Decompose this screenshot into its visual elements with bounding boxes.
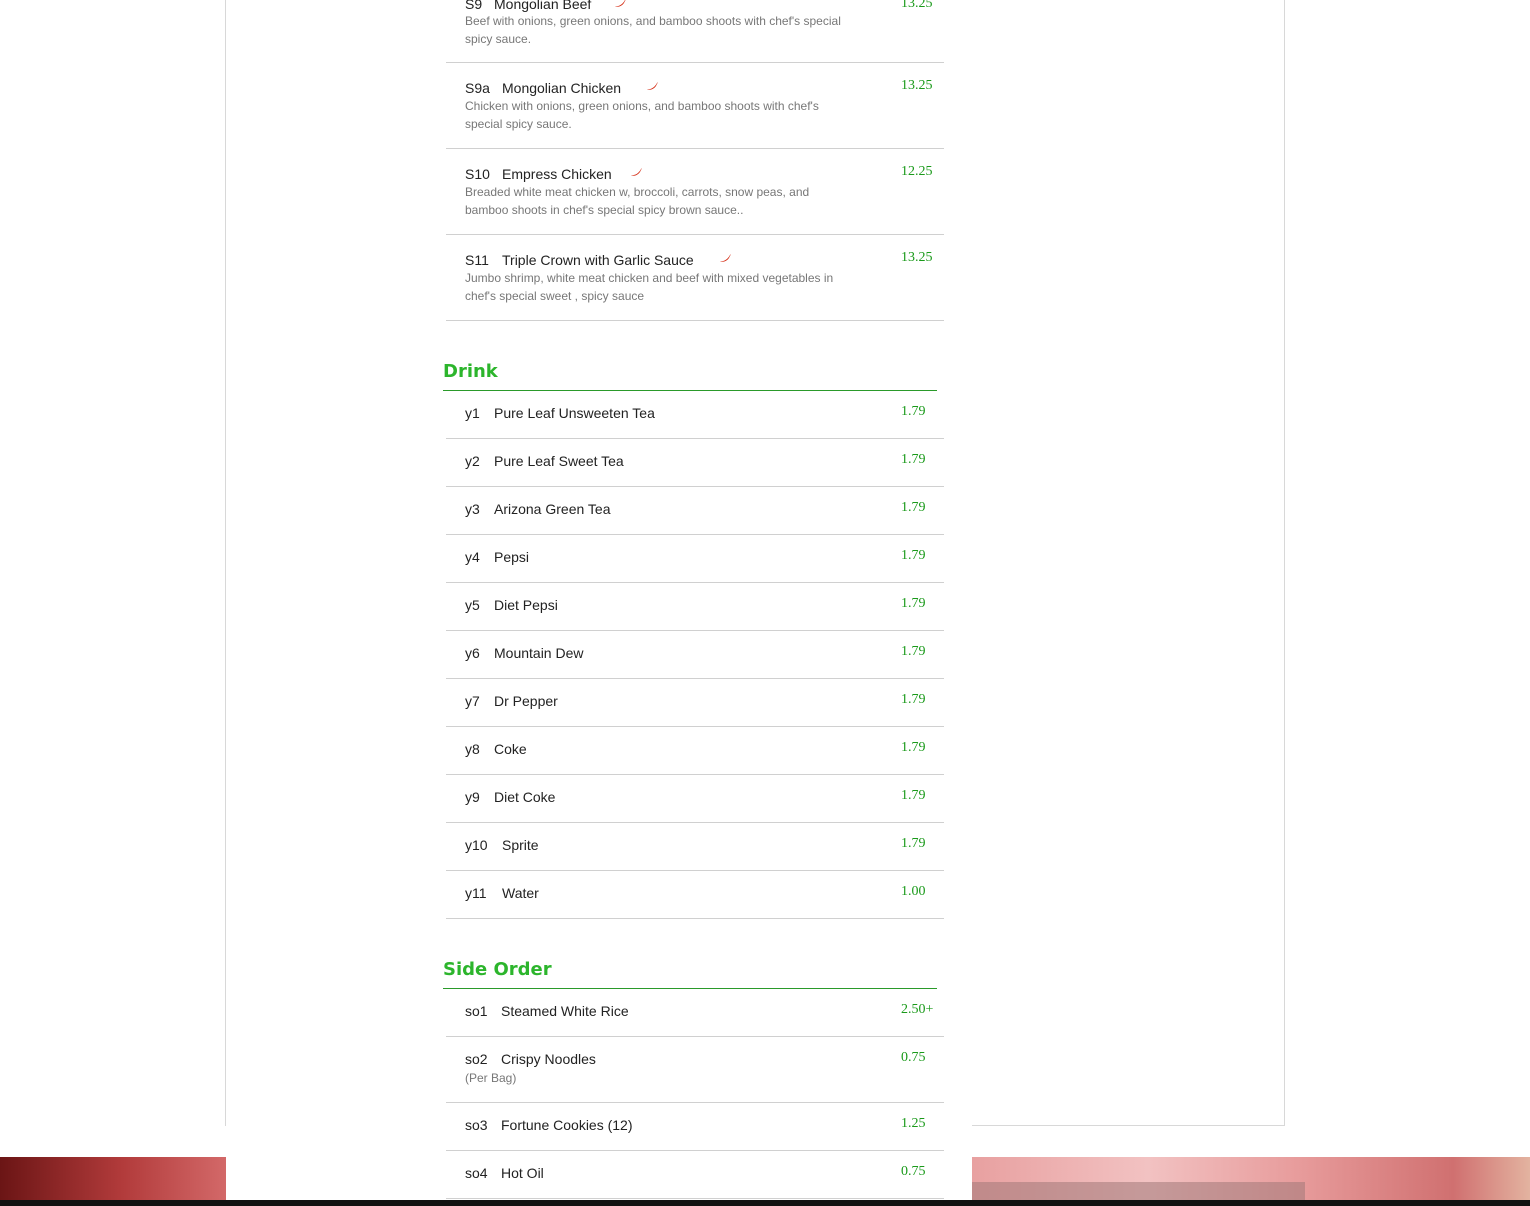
chili-pepper-icon [647,82,658,90]
item-name: Arizona Green Tea [494,501,611,517]
item-name: Mountain Dew [494,645,584,661]
item-price: 13.25 [901,0,933,11]
item-code: y4 [465,549,480,565]
item-name: Mongolian Beef [494,0,592,12]
item-price: 1.00 [901,884,926,899]
item-code: y2 [465,453,480,469]
item-price: 1.79 [901,692,926,707]
item-name: Hot Oil [501,1165,544,1181]
menu-item[interactable]: S11 Triple Crown with Garlic Sauce Jumbo… [446,235,944,321]
section-title-drink: Drink [443,361,498,382]
menu-item[interactable]: so4 Hot Oil 0.75 [446,1151,944,1199]
item-description: (Per Bag) [465,1071,517,1085]
footer-bar [0,1200,1530,1206]
menu-item[interactable]: y10 Sprite 1.79 [446,823,944,871]
menu-item[interactable]: S9a Mongolian Chicken Chicken with onion… [446,63,944,149]
menu-item[interactable]: y11 Water 1.00 [446,871,944,919]
item-code: y10 [465,837,488,853]
item-price: 2.50+ [901,1002,934,1017]
item-name: Fortune Cookies (12) [501,1117,633,1133]
section-title-side-order: Side Order [443,959,552,980]
menu-item[interactable]: S9 Mongolian Beef Beef with onions, gree… [446,0,944,63]
item-price: 1.79 [901,452,926,467]
menu-item[interactable]: y1 Pure Leaf Unsweeten Tea 1.79 [446,391,944,439]
menu-item[interactable]: so2 Crispy Noodles (Per Bag) 0.75 [446,1037,944,1103]
item-code: so3 [465,1117,488,1133]
item-price: 12.25 [901,164,933,179]
menu-item[interactable]: y7 Dr Pepper 1.79 [446,679,944,727]
item-price: 0.75 [901,1164,926,1179]
item-price: 1.79 [901,596,926,611]
item-price: 1.79 [901,500,926,515]
item-price: 1.79 [901,836,926,851]
item-name: Diet Coke [494,789,556,805]
item-code: S10 [465,166,490,182]
item-code: y11 [465,885,487,901]
item-name: Dr Pepper [494,693,558,709]
item-code: S11 [465,252,489,268]
item-name: Coke [494,741,527,757]
item-code: y6 [465,645,480,661]
menu-item[interactable]: y9 Diet Coke 1.79 [446,775,944,823]
item-price: 1.79 [901,404,926,419]
item-price: 1.79 [901,788,926,803]
item-price: 13.25 [901,78,933,93]
chili-pepper-icon [615,0,626,7]
item-code: so2 [465,1051,488,1067]
item-price: 13.25 [901,250,933,265]
item-name: Steamed White Rice [501,1003,629,1019]
item-code: so4 [465,1165,488,1181]
item-name: Empress Chicken [502,166,612,182]
item-code: y9 [465,789,480,805]
item-description: Jumbo shrimp, white meat chicken and bee… [465,271,834,303]
item-price: 1.79 [901,740,926,755]
chili-pepper-icon [631,168,642,176]
menu-item[interactable]: y4 Pepsi 1.79 [446,535,944,583]
item-code: y1 [465,405,480,421]
chili-pepper-icon [720,254,731,262]
menu-item[interactable]: y5 Diet Pepsi 1.79 [446,583,944,631]
item-code: y5 [465,597,480,613]
item-description: Breaded white meat chicken w, broccoli, … [465,185,810,217]
item-price: 1.25 [901,1116,926,1131]
menu-item[interactable]: so3 Fortune Cookies (12) 1.25 [446,1103,944,1151]
menu-item[interactable]: y8 Coke 1.79 [446,727,944,775]
item-description: Beef with onions, green onions, and bamb… [465,14,841,46]
item-name: Pure Leaf Sweet Tea [494,453,624,469]
item-code: S9a [465,80,490,96]
item-code: y8 [465,741,480,757]
item-name: Pepsi [494,549,530,565]
item-code: so1 [465,1003,488,1019]
item-name: Sprite [502,837,539,853]
item-name: Water [502,885,539,901]
menu-item[interactable]: so1 Steamed White Rice 2.50+ [446,989,944,1037]
item-price: 0.75 [901,1050,926,1065]
item-price: 1.79 [901,644,926,659]
item-code: y3 [465,501,480,517]
item-code: S9 [465,0,483,12]
menu-item[interactable]: S10 Empress Chicken Breaded white meat c… [446,149,944,235]
item-description: Chicken with onions, green onions, and b… [465,99,819,131]
menu-item[interactable]: y3 Arizona Green Tea 1.79 [446,487,944,535]
item-name: Pure Leaf Unsweeten Tea [494,405,655,421]
item-name: Crispy Noodles [501,1051,596,1067]
item-name: Mongolian Chicken [502,80,622,96]
item-name: Diet Pepsi [494,597,558,613]
menu-item[interactable]: y2 Pure Leaf Sweet Tea 1.79 [446,439,944,487]
item-price: 1.79 [901,548,926,563]
menu-item[interactable]: y6 Mountain Dew 1.79 [446,631,944,679]
item-name: Triple Crown with Garlic Sauce [502,252,694,268]
item-code: y7 [465,693,480,709]
